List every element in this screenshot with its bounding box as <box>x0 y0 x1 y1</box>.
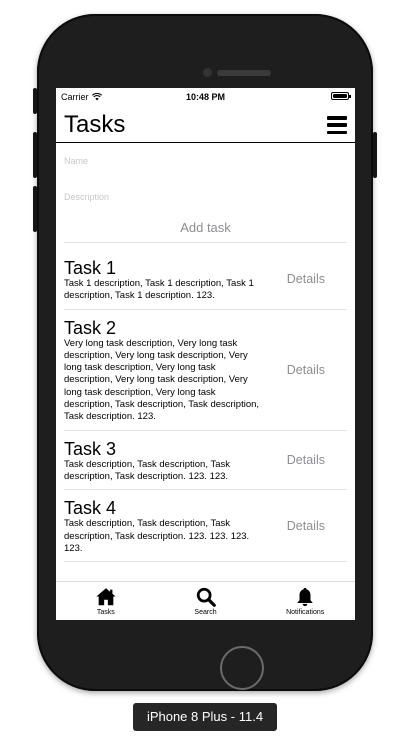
details-button[interactable]: Details <box>287 453 325 467</box>
volume-up-button <box>33 132 37 178</box>
page-title: Tasks <box>64 111 126 138</box>
name-field[interactable] <box>64 143 347 179</box>
battery-icon <box>331 92 351 100</box>
status-time: 10:48 PM <box>185 92 226 102</box>
app-screen: Carrier 10:48 PM Tasks Add task <box>56 88 355 620</box>
task-row: Task 1 Task 1 description, Task 1 descri… <box>64 250 347 310</box>
power-button <box>373 132 377 178</box>
earpiece-speaker <box>217 70 271 76</box>
tab-label: Search <box>194 609 217 616</box>
task-description: Task 1 description, Task 1 description, … <box>64 278 254 302</box>
task-list: Task 1 Task 1 description, Task 1 descri… <box>64 250 347 563</box>
details-button[interactable]: Details <box>287 519 325 533</box>
tab-label: Notifications <box>286 609 325 616</box>
front-camera <box>203 68 212 77</box>
task-description: Very long task description, Very long ta… <box>64 337 260 423</box>
mute-switch <box>33 88 37 114</box>
device-label: iPhone 8 Plus - 11.4 <box>133 703 277 731</box>
task-description: Task description, Task description, Task… <box>64 458 230 482</box>
description-field[interactable] <box>64 179 347 215</box>
tab-bar: Tasks Search Notifications <box>56 581 355 620</box>
volume-down-button <box>33 186 37 232</box>
navigation-bar: Tasks <box>56 108 355 143</box>
tab-tasks[interactable]: Tasks <box>56 582 156 620</box>
task-row: Task 3 Task description, Task descriptio… <box>64 431 347 491</box>
details-button[interactable]: Details <box>287 272 325 286</box>
home-button[interactable] <box>220 646 264 690</box>
home-icon <box>96 588 116 606</box>
hamburger-menu-icon[interactable] <box>327 116 347 134</box>
tab-search[interactable]: Search <box>156 582 256 620</box>
search-icon <box>196 587 216 607</box>
task-row: Task 2 Very long task description, Very … <box>64 310 347 431</box>
task-description: Task description, Task description, Task… <box>64 518 250 554</box>
add-task-button[interactable]: Add task <box>64 215 347 243</box>
tab-notifications[interactable]: Notifications <box>255 582 355 620</box>
status-bar: Carrier 10:48 PM <box>56 88 355 106</box>
add-task-form: Add task <box>64 143 347 243</box>
simulator-canvas: Carrier 10:48 PM Tasks Add task <box>0 0 415 751</box>
bell-icon <box>297 587 313 607</box>
task-title: Task 2 <box>64 317 117 338</box>
task-title: Task 4 <box>64 498 117 519</box>
details-button[interactable]: Details <box>287 363 325 377</box>
task-row: Task 4 Task description, Task descriptio… <box>64 490 347 563</box>
tab-label: Tasks <box>96 609 115 616</box>
